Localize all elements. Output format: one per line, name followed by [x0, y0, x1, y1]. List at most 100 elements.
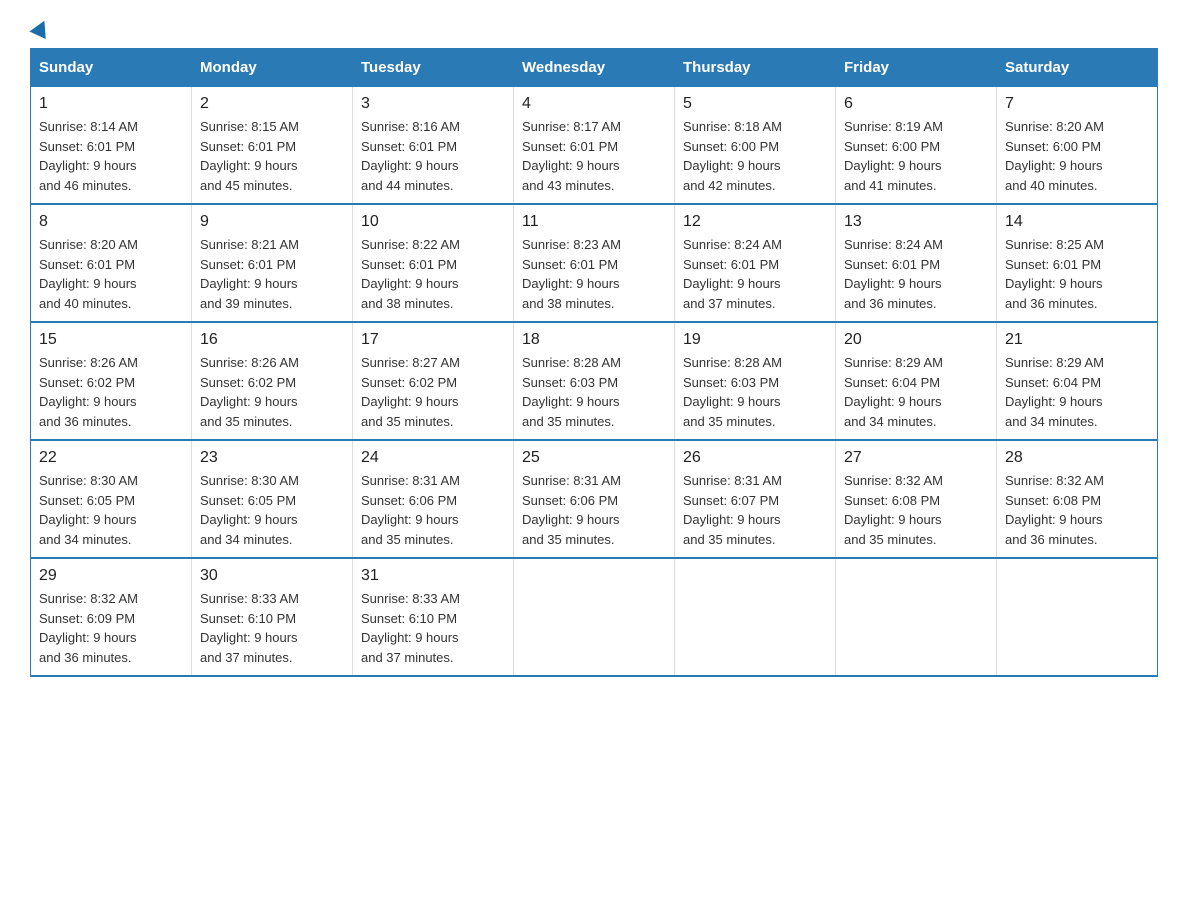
day-info: Sunrise: 8:20 AMSunset: 6:01 PMDaylight:…	[39, 235, 183, 313]
day-info: Sunrise: 8:16 AMSunset: 6:01 PMDaylight:…	[361, 117, 505, 195]
day-cell: 7Sunrise: 8:20 AMSunset: 6:00 PMDaylight…	[997, 87, 1158, 205]
day-info: Sunrise: 8:31 AMSunset: 6:06 PMDaylight:…	[361, 471, 505, 549]
week-row-5: 29Sunrise: 8:32 AMSunset: 6:09 PMDayligh…	[31, 558, 1158, 676]
day-info: Sunrise: 8:22 AMSunset: 6:01 PMDaylight:…	[361, 235, 505, 313]
day-info: Sunrise: 8:24 AMSunset: 6:01 PMDaylight:…	[683, 235, 827, 313]
day-cell: 21Sunrise: 8:29 AMSunset: 6:04 PMDayligh…	[997, 322, 1158, 440]
day-number: 21	[1005, 331, 1149, 349]
week-row-3: 15 Sunrise: 8:26 AMSunset: 6:02 PMDayligh…	[31, 322, 1158, 440]
header-cell-friday: Friday	[836, 49, 997, 87]
day-number: 20	[844, 331, 988, 349]
day-cell: 30 Sunrise: 8:33 AMSunset: 6:10 PMDayligh…	[192, 558, 353, 676]
header-cell-thursday: Thursday	[675, 49, 836, 87]
day-info: Sunrise: 8:26 AMSunset: 6:02 PMDaylight:…	[39, 353, 183, 431]
header-row: SundayMondayTuesdayWednesdayThursdayFrid…	[31, 49, 1158, 87]
day-number: 23	[200, 449, 344, 467]
day-number: 24	[361, 449, 505, 467]
day-info: Sunrise: 8:24 AMSunset: 6:01 PMDaylight:…	[844, 235, 988, 313]
day-cell: 29Sunrise: 8:32 AMSunset: 6:09 PMDayligh…	[31, 558, 192, 676]
day-info: Sunrise: 8:32 AMSunset: 6:08 PMDaylight:…	[1005, 471, 1149, 549]
day-cell: 27 Sunrise: 8:32 AMSunset: 6:08 PMDayligh…	[836, 440, 997, 558]
day-number: 7	[1005, 95, 1149, 113]
day-info: Sunrise: 8:32 AMSunset: 6:08 PMDaylight:…	[844, 471, 988, 549]
day-info: Sunrise: 8:30 AMSunset: 6:05 PMDaylight:…	[39, 471, 183, 549]
day-info: Sunrise: 8:33 AMSunset: 6:10 PMDaylight:…	[361, 589, 505, 667]
day-number: 1	[39, 95, 183, 113]
logo-triangle-icon	[29, 17, 52, 39]
day-cell: 22 Sunrise: 8:30 AMSunset: 6:05 PMDayligh…	[31, 440, 192, 558]
day-info: Sunrise: 8:23 AMSunset: 6:01 PMDaylight:…	[522, 235, 666, 313]
day-number: 22	[39, 449, 183, 467]
day-cell: 11 Sunrise: 8:23 AMSunset: 6:01 PMDayligh…	[514, 204, 675, 322]
page-header	[30, 20, 1158, 30]
day-number: 28	[1005, 449, 1149, 467]
day-cell: 26 Sunrise: 8:31 AMSunset: 6:07 PMDayligh…	[675, 440, 836, 558]
day-info: Sunrise: 8:15 AMSunset: 6:01 PMDaylight:…	[200, 117, 344, 195]
day-number: 27	[844, 449, 988, 467]
day-number: 3	[361, 95, 505, 113]
header-cell-monday: Monday	[192, 49, 353, 87]
day-cell: 1 Sunrise: 8:14 AMSunset: 6:01 PMDaylight…	[31, 87, 192, 205]
logo-line1	[30, 20, 50, 36]
day-number: 14	[1005, 213, 1149, 231]
day-cell: 2 Sunrise: 8:15 AMSunset: 6:01 PMDaylight…	[192, 87, 353, 205]
calendar-header: SundayMondayTuesdayWednesdayThursdayFrid…	[31, 49, 1158, 87]
day-cell: 6 Sunrise: 8:19 AMSunset: 6:00 PMDaylight…	[836, 87, 997, 205]
day-info: Sunrise: 8:26 AMSunset: 6:02 PMDaylight:…	[200, 353, 344, 431]
day-info: Sunrise: 8:33 AMSunset: 6:10 PMDaylight:…	[200, 589, 344, 667]
day-info: Sunrise: 8:28 AMSunset: 6:03 PMDaylight:…	[683, 353, 827, 431]
day-cell: 10 Sunrise: 8:22 AMSunset: 6:01 PMDayligh…	[353, 204, 514, 322]
week-row-1: 1 Sunrise: 8:14 AMSunset: 6:01 PMDaylight…	[31, 87, 1158, 205]
day-number: 10	[361, 213, 505, 231]
day-number: 15	[39, 331, 183, 349]
day-info: Sunrise: 8:17 AMSunset: 6:01 PMDaylight:…	[522, 117, 666, 195]
day-number: 12	[683, 213, 827, 231]
day-number: 29	[39, 567, 183, 585]
day-number: 26	[683, 449, 827, 467]
day-info: Sunrise: 8:30 AMSunset: 6:05 PMDaylight:…	[200, 471, 344, 549]
day-cell: 20 Sunrise: 8:29 AMSunset: 6:04 PMDayligh…	[836, 322, 997, 440]
day-info: Sunrise: 8:31 AMSunset: 6:07 PMDaylight:…	[683, 471, 827, 549]
logo	[30, 20, 50, 30]
day-cell: 25 Sunrise: 8:31 AMSunset: 6:06 PMDayligh…	[514, 440, 675, 558]
day-cell: 14 Sunrise: 8:25 AMSunset: 6:01 PMDayligh…	[997, 204, 1158, 322]
header-cell-tuesday: Tuesday	[353, 49, 514, 87]
day-cell	[997, 558, 1158, 676]
day-cell: 12 Sunrise: 8:24 AMSunset: 6:01 PMDayligh…	[675, 204, 836, 322]
day-number: 6	[844, 95, 988, 113]
header-cell-sunday: Sunday	[31, 49, 192, 87]
header-cell-wednesday: Wednesday	[514, 49, 675, 87]
day-number: 17	[361, 331, 505, 349]
header-cell-saturday: Saturday	[997, 49, 1158, 87]
day-info: Sunrise: 8:19 AMSunset: 6:00 PMDaylight:…	[844, 117, 988, 195]
day-cell: 19 Sunrise: 8:28 AMSunset: 6:03 PMDayligh…	[675, 322, 836, 440]
day-cell	[514, 558, 675, 676]
day-number: 9	[200, 213, 344, 231]
day-cell: 24 Sunrise: 8:31 AMSunset: 6:06 PMDayligh…	[353, 440, 514, 558]
day-info: Sunrise: 8:25 AMSunset: 6:01 PMDaylight:…	[1005, 235, 1149, 313]
week-row-4: 22 Sunrise: 8:30 AMSunset: 6:05 PMDayligh…	[31, 440, 1158, 558]
day-info: Sunrise: 8:28 AMSunset: 6:03 PMDaylight:…	[522, 353, 666, 431]
day-number: 2	[200, 95, 344, 113]
day-number: 5	[683, 95, 827, 113]
day-number: 19	[683, 331, 827, 349]
day-cell	[836, 558, 997, 676]
day-number: 18	[522, 331, 666, 349]
day-cell: 17 Sunrise: 8:27 AMSunset: 6:02 PMDayligh…	[353, 322, 514, 440]
calendar-table: SundayMondayTuesdayWednesdayThursdayFrid…	[30, 48, 1158, 677]
day-number: 25	[522, 449, 666, 467]
day-info: Sunrise: 8:18 AMSunset: 6:00 PMDaylight:…	[683, 117, 827, 195]
day-cell: 16 Sunrise: 8:26 AMSunset: 6:02 PMDayligh…	[192, 322, 353, 440]
day-cell: 15 Sunrise: 8:26 AMSunset: 6:02 PMDayligh…	[31, 322, 192, 440]
day-number: 31	[361, 567, 505, 585]
day-info: Sunrise: 8:29 AMSunset: 6:04 PMDaylight:…	[844, 353, 988, 431]
day-number: 16	[200, 331, 344, 349]
day-number: 11	[522, 213, 666, 231]
day-info: Sunrise: 8:31 AMSunset: 6:06 PMDaylight:…	[522, 471, 666, 549]
day-number: 30	[200, 567, 344, 585]
day-cell: 28 Sunrise: 8:32 AMSunset: 6:08 PMDayligh…	[997, 440, 1158, 558]
day-number: 8	[39, 213, 183, 231]
day-info: Sunrise: 8:27 AMSunset: 6:02 PMDaylight:…	[361, 353, 505, 431]
week-row-2: 8 Sunrise: 8:20 AMSunset: 6:01 PMDaylight…	[31, 204, 1158, 322]
day-info: Sunrise: 8:14 AMSunset: 6:01 PMDaylight:…	[39, 117, 183, 195]
